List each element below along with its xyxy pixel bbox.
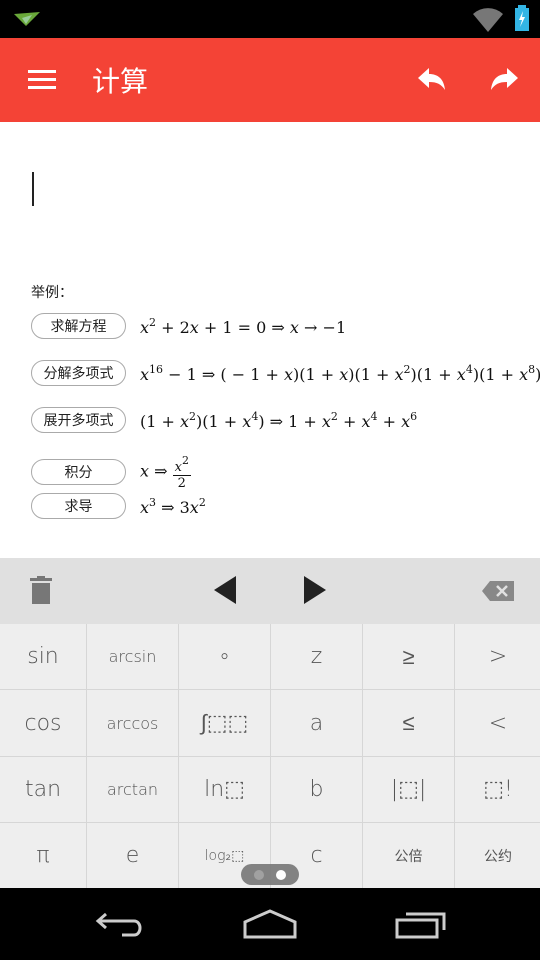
- fraction: x2 2: [172, 454, 191, 491]
- key-23[interactable]: 公约: [455, 823, 540, 888]
- key-13[interactable]: arctan: [87, 757, 178, 822]
- key-0[interactable]: sin: [0, 624, 86, 689]
- key-16[interactable]: |⬚|: [363, 757, 454, 822]
- backspace-icon[interactable]: [482, 581, 514, 617]
- page-dot-active[interactable]: [276, 870, 286, 880]
- key-19[interactable]: e: [87, 823, 178, 888]
- cursor-left-icon[interactable]: [214, 576, 236, 612]
- examples-section: 举例： 求解方程 x2 + 2x + 1 = 0 ⇒ x → −1 分解多项式 …: [31, 282, 540, 519]
- example-integrate-button[interactable]: 积分: [31, 459, 126, 485]
- key-15[interactable]: b: [271, 757, 362, 822]
- redo-icon[interactable]: [488, 64, 520, 96]
- example-row: 求导 x3 ⇒ 3x2: [31, 493, 206, 519]
- recents-icon[interactable]: [394, 908, 448, 940]
- key-14[interactable]: ln⬚: [179, 757, 270, 822]
- key-11[interactable]: <: [455, 690, 540, 756]
- key-3[interactable]: z: [271, 624, 362, 689]
- key-5[interactable]: >: [455, 624, 540, 689]
- key-6[interactable]: cos: [0, 690, 86, 756]
- status-bar: [0, 0, 540, 38]
- example-expression: x3 ⇒ 3x2: [140, 495, 206, 517]
- key-9[interactable]: a: [271, 690, 362, 756]
- example-factor-button[interactable]: 分解多项式: [31, 360, 126, 386]
- example-row: 展开多项式 (1 + x2)(1 + x4) ⇒ 1 + x2 + x4 + x…: [31, 407, 417, 433]
- keypad-page-indicator[interactable]: [241, 864, 299, 885]
- key-8[interactable]: ∫⬚⬚: [179, 690, 270, 756]
- example-row: 积分 x ⇒ x2 2: [31, 453, 191, 491]
- example-derivative-button[interactable]: 求导: [31, 493, 126, 519]
- key-2[interactable]: ∘: [179, 624, 270, 689]
- undo-icon[interactable]: [416, 64, 448, 96]
- text-caret: [32, 172, 34, 206]
- key-4[interactable]: ≥: [363, 624, 454, 689]
- trash-icon[interactable]: [30, 576, 52, 612]
- example-row: 求解方程 x2 + 2x + 1 = 0 ⇒ x → −1: [31, 313, 346, 339]
- example-expression: x2 + 2x + 1 = 0 ⇒ x → −1: [140, 315, 347, 337]
- navigation-bar: [0, 888, 540, 960]
- home-icon[interactable]: [242, 908, 298, 940]
- key-18[interactable]: π: [0, 823, 86, 888]
- key-22[interactable]: 公倍: [363, 823, 454, 888]
- example-expand-button[interactable]: 展开多项式: [31, 407, 126, 433]
- paper-plane-notification-icon: [14, 12, 40, 26]
- key-10[interactable]: ≤: [363, 690, 454, 756]
- page-dot[interactable]: [254, 870, 264, 880]
- example-expression: x16 − 1 ⇒ ( − 1 + x)(1 + x)(1 + x2)(1 + …: [140, 362, 540, 384]
- back-icon[interactable]: [94, 908, 146, 940]
- example-expression: x ⇒ x2 2: [140, 454, 191, 491]
- page-title: 计算: [92, 65, 149, 98]
- key-1[interactable]: arcsin: [87, 624, 178, 689]
- key-17[interactable]: ⬚!: [455, 757, 540, 822]
- wifi-icon: [473, 8, 503, 32]
- key-12[interactable]: tan: [0, 757, 86, 822]
- editor-toolbar: [0, 558, 540, 624]
- examples-label: 举例：: [31, 285, 73, 301]
- example-solve-equation-button[interactable]: 求解方程: [31, 313, 126, 339]
- example-row: 分解多项式 x16 − 1 ⇒ ( − 1 + x)(1 + x)(1 + x2…: [31, 360, 540, 386]
- example-expression: (1 + x2)(1 + x4) ⇒ 1 + x2 + x4 + x6: [140, 409, 418, 431]
- math-keypad: sin arcsin ∘ z ≥ > cos arccos ∫⬚⬚ a ≤ < tan arctan ln⬚…: [0, 624, 540, 888]
- expression-input[interactable]: [0, 122, 540, 272]
- key-7[interactable]: arccos: [87, 690, 178, 756]
- cursor-right-icon[interactable]: [304, 576, 326, 612]
- app-bar: 计算: [0, 38, 540, 122]
- menu-icon[interactable]: [28, 70, 56, 90]
- battery-charging-icon: [515, 5, 529, 31]
